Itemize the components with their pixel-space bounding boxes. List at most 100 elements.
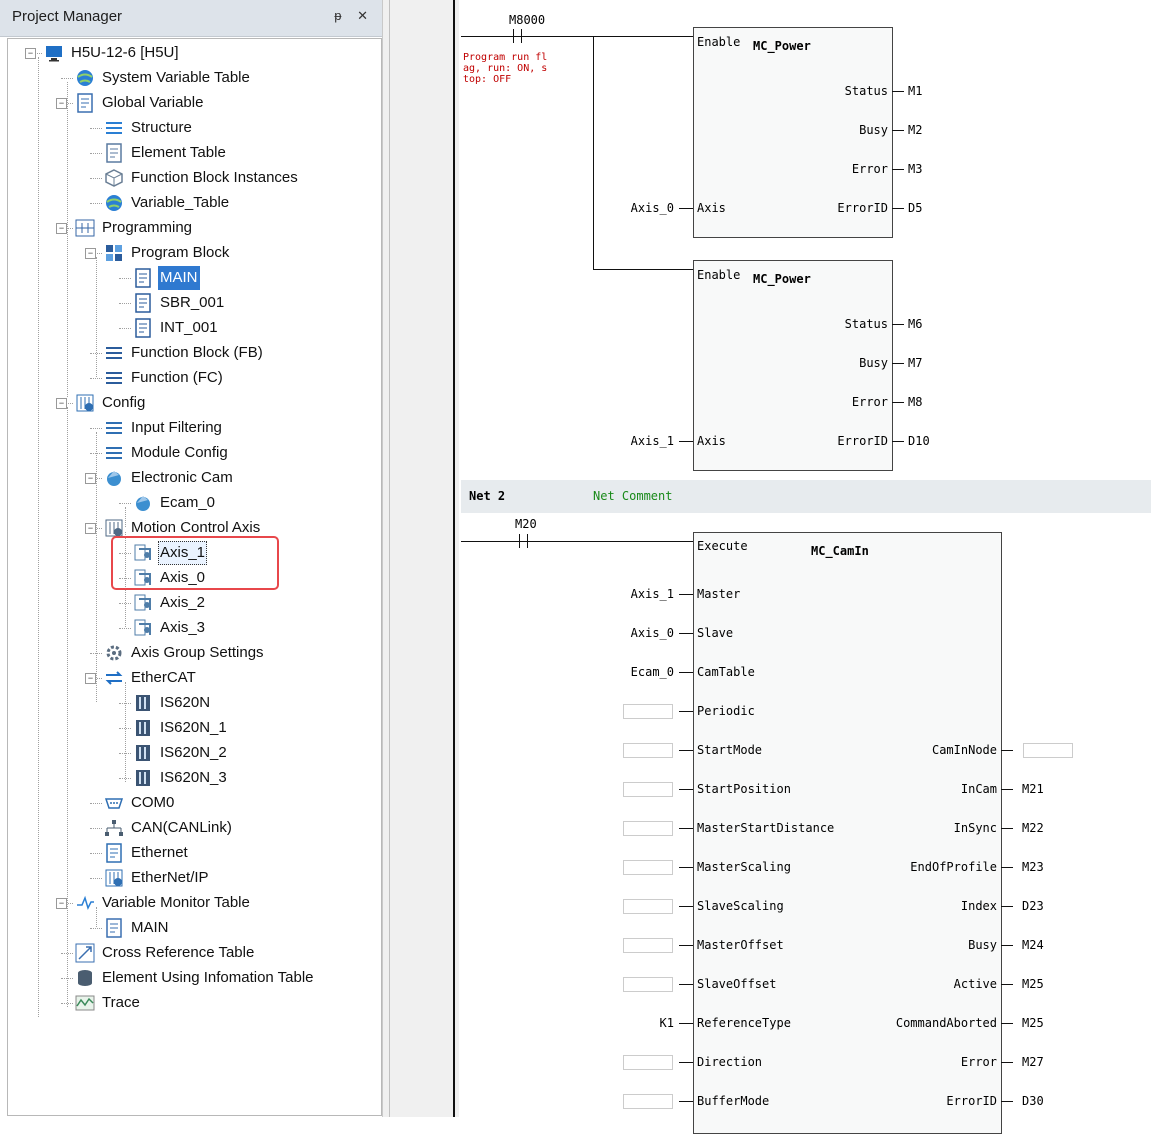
- pin-wire: [1001, 906, 1013, 907]
- tree-item[interactable]: Function Block Instances: [104, 166, 300, 190]
- input-value-field[interactable]: [623, 743, 673, 758]
- input-value-field[interactable]: [623, 977, 673, 992]
- tree-item[interactable]: Variable_Table: [104, 191, 231, 215]
- tree-item[interactable]: Trace: [75, 991, 142, 1015]
- pin-wire: [679, 672, 693, 673]
- input-value-field[interactable]: [623, 860, 673, 875]
- collapse-toggle-icon[interactable]: −: [56, 223, 67, 234]
- collapse-toggle-icon[interactable]: −: [56, 898, 67, 909]
- pin-wire: [679, 945, 693, 946]
- tree-item[interactable]: Program Block: [104, 241, 231, 265]
- tree-item[interactable]: Programming: [75, 216, 194, 240]
- collapse-toggle-icon[interactable]: −: [25, 48, 36, 59]
- panel-title: Project Manager: [12, 8, 123, 25]
- tree-item[interactable]: Input Filtering: [104, 416, 224, 440]
- input-value-field[interactable]: [623, 782, 673, 797]
- input-pin: Master: [697, 587, 741, 601]
- structure-icon: [104, 118, 124, 138]
- tree-item-label: Element Using Infomation Table: [102, 969, 314, 986]
- collapse-toggle-icon[interactable]: −: [85, 673, 96, 684]
- tree-item[interactable]: Axis_3: [133, 616, 207, 640]
- pin-wire: [679, 1023, 693, 1024]
- tree-item[interactable]: SBR_001: [133, 291, 226, 315]
- tree-item[interactable]: Element Using Infomation Table: [75, 966, 316, 990]
- collapse-toggle-icon[interactable]: −: [85, 248, 96, 259]
- serial-port-icon: [104, 793, 124, 813]
- tree-item[interactable]: Global Variable: [75, 91, 205, 115]
- tree-item[interactable]: IS620N_1: [133, 716, 229, 740]
- tree-item[interactable]: MAIN: [104, 916, 171, 940]
- pin-wire: [679, 750, 693, 751]
- pin-wire: [1001, 789, 1013, 790]
- tree-item[interactable]: H5U-12-6 [H5U]: [44, 41, 181, 65]
- input-value-field[interactable]: [623, 899, 673, 914]
- close-icon[interactable]: ✕: [357, 8, 374, 23]
- tree-item[interactable]: IS620N_3: [133, 766, 229, 790]
- tree-item-label: Axis_3: [160, 619, 206, 636]
- tree-item[interactable]: EtherCAT: [104, 666, 198, 690]
- tree-item[interactable]: Cross Reference Table: [75, 941, 256, 965]
- pin-wire: [892, 91, 904, 92]
- pin-wire: [1001, 1101, 1013, 1102]
- tree-item-label: Module Config: [131, 444, 228, 461]
- output-variable: D23: [1022, 899, 1044, 913]
- tree-item[interactable]: Ecam_0: [133, 491, 217, 515]
- tree-item[interactable]: Config: [75, 391, 147, 415]
- input-value-field[interactable]: [623, 1055, 673, 1070]
- tree-item[interactable]: IS620N_2: [133, 741, 229, 765]
- pin-wire: [892, 402, 904, 403]
- tree-item-label: Trace: [102, 994, 140, 1011]
- tree-item[interactable]: System Variable Table: [75, 66, 252, 90]
- tree-item[interactable]: COM0: [104, 791, 176, 815]
- collapse-toggle-icon[interactable]: −: [85, 473, 96, 484]
- tree-item[interactable]: MAIN: [133, 266, 200, 290]
- collapse-toggle-icon[interactable]: −: [56, 98, 67, 109]
- tree-item-label: Global Variable: [102, 94, 204, 111]
- output-variable: M1: [908, 84, 923, 98]
- input-variable: Ecam_0: [630, 665, 674, 679]
- output-variable: M21: [1022, 782, 1044, 796]
- tree-item[interactable]: Function Block (FB): [104, 341, 265, 365]
- net-comment[interactable]: Net Comment: [593, 489, 672, 503]
- tree-item[interactable]: Element Table: [104, 141, 228, 165]
- input-pin: SlaveOffset: [697, 977, 777, 991]
- ladder-editor[interactable]: M8000 Program run fl ag, run: ON, s top: O…: [461, 0, 1151, 1134]
- tree-item[interactable]: CAN(CANLink): [104, 816, 234, 840]
- contact-symbol-right: [527, 534, 528, 548]
- tree-item[interactable]: Function (FC): [104, 366, 225, 390]
- pin-wire: [679, 711, 693, 712]
- network-icon: [104, 818, 124, 838]
- pin-icon[interactable]: ᵽ: [334, 8, 347, 23]
- ethernet-icon: [104, 843, 124, 863]
- tree-item[interactable]: Module Config: [104, 441, 230, 465]
- tree-item[interactable]: EtherNet/IP: [104, 866, 211, 890]
- tree-item[interactable]: Structure: [104, 116, 194, 140]
- tree-item[interactable]: Axis_2: [133, 591, 207, 615]
- tree-item-label: IS620N_3: [160, 769, 227, 786]
- input-pin: BufferMode: [697, 1094, 770, 1108]
- input-value-field[interactable]: [623, 821, 673, 836]
- tree-item[interactable]: Electronic Cam: [104, 466, 235, 490]
- tree-item[interactable]: Axis Group Settings: [104, 641, 266, 665]
- output-value-field[interactable]: [1023, 743, 1073, 758]
- input-value-field[interactable]: [623, 704, 673, 719]
- tree-item-label: SBR_001: [160, 294, 225, 311]
- tree-item-label: Config: [102, 394, 146, 411]
- input-pin: SlaveScaling: [697, 899, 784, 913]
- tree-item[interactable]: IS620N: [133, 691, 212, 715]
- block-name: MC_CamIn: [811, 544, 869, 558]
- contact-symbol-left: [519, 534, 520, 548]
- tree-item[interactable]: INT_001: [133, 316, 220, 340]
- input-value-field[interactable]: [623, 1094, 673, 1109]
- input-pin: Direction: [697, 1055, 763, 1069]
- tree-item[interactable]: Ethernet: [104, 841, 190, 865]
- collapse-toggle-icon[interactable]: −: [85, 523, 96, 534]
- tree-item-label: INT_001: [160, 319, 218, 336]
- gear-icon: [104, 643, 124, 663]
- collapse-toggle-icon[interactable]: −: [56, 398, 67, 409]
- input-value-field[interactable]: [623, 938, 673, 953]
- servo-icon: [133, 743, 153, 763]
- monitor-icon: [75, 893, 95, 913]
- branch-wire-h: [593, 269, 693, 270]
- tree-item[interactable]: Variable Monitor Table: [75, 891, 252, 915]
